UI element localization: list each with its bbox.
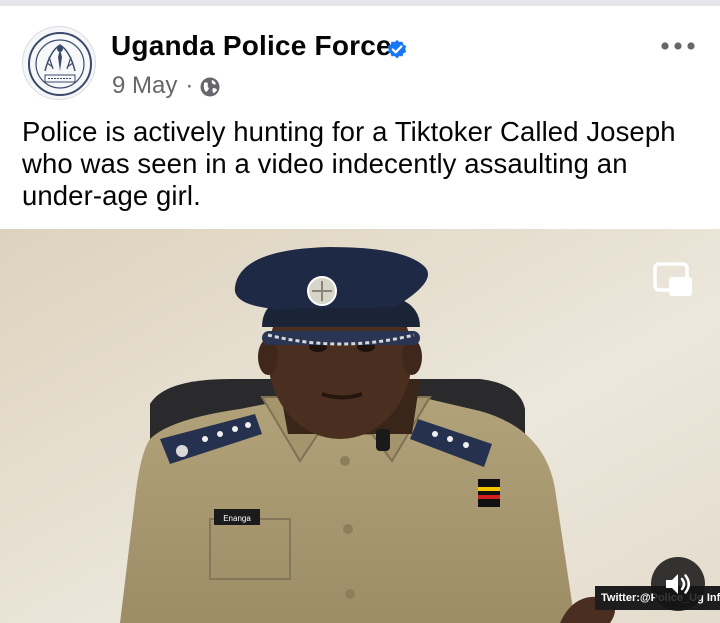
name-tag-text: Enanga bbox=[223, 514, 251, 523]
picture-in-picture-button[interactable] bbox=[651, 260, 695, 300]
police-crest-logo bbox=[28, 32, 92, 96]
video-frame: Enanga bbox=[0, 229, 720, 623]
more-options-button[interactable] bbox=[658, 34, 698, 58]
post-message: Police is actively hunting for a Tiktoke… bbox=[22, 116, 676, 211]
speaker-icon bbox=[666, 574, 690, 594]
verified-badge-icon bbox=[387, 40, 407, 59]
more-options-icon bbox=[661, 42, 695, 50]
picture-in-picture-icon bbox=[653, 262, 692, 296]
post-date[interactable]: 9 May bbox=[112, 72, 177, 100]
post-meta: 9 May · bbox=[112, 72, 221, 100]
globe-icon bbox=[200, 77, 220, 96]
page-name[interactable]: Uganda Police Force bbox=[111, 30, 392, 62]
meta-separator: · bbox=[185, 72, 194, 99]
page-avatar[interactable] bbox=[22, 26, 96, 100]
sound-toggle-button[interactable] bbox=[651, 557, 705, 611]
post-header: Uganda Police Force 9 May · bbox=[0, 6, 720, 110]
video-player[interactable]: Enanga Twitter:@Police_Ug Info:@ bbox=[0, 229, 720, 623]
